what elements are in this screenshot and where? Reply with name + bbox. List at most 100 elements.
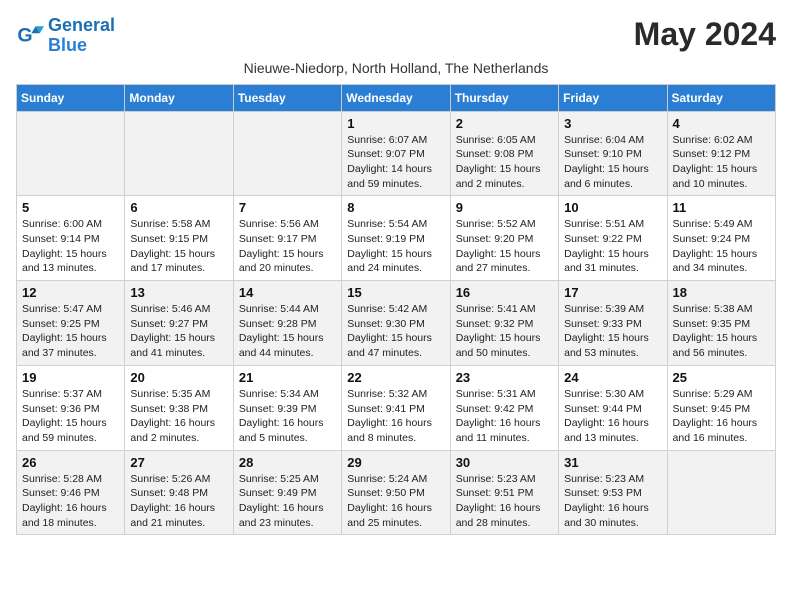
logo-icon: G (16, 22, 44, 50)
calendar-week-5: 26 Sunrise: 5:28 AM Sunset: 9:46 PM Dayli… (17, 450, 776, 535)
day-number: 16 (456, 285, 553, 300)
page-header: G General Blue May 2024 (16, 16, 776, 56)
day-number: 4 (673, 116, 770, 131)
day-info: Sunrise: 5:28 AM Sunset: 9:46 PM Dayligh… (22, 472, 119, 531)
day-number: 15 (347, 285, 444, 300)
day-number: 20 (130, 370, 227, 385)
day-info: Sunrise: 5:32 AM Sunset: 9:41 PM Dayligh… (347, 387, 444, 446)
day-info: Sunrise: 5:31 AM Sunset: 9:42 PM Dayligh… (456, 387, 553, 446)
weekday-header-saturday: Saturday (667, 84, 775, 111)
weekday-header-monday: Monday (125, 84, 233, 111)
day-info: Sunrise: 5:42 AM Sunset: 9:30 PM Dayligh… (347, 302, 444, 361)
calendar-cell: 16Sunrise: 5:41 AM Sunset: 9:32 PM Dayli… (450, 281, 558, 366)
calendar-cell: 28 Sunrise: 5:25 AM Sunset: 9:49 PM Dayli… (233, 450, 341, 535)
day-number: 24 (564, 370, 661, 385)
logo: G General Blue (16, 16, 115, 56)
calendar-cell: 3 Sunrise: 6:04 AM Sunset: 9:10 PM Daylig… (559, 111, 667, 196)
day-number: 3 (564, 116, 661, 131)
calendar-cell: 27Sunrise: 5:26 AM Sunset: 9:48 PM Dayli… (125, 450, 233, 535)
calendar-table: SundayMondayTuesdayWednesdayThursdayFrid… (16, 84, 776, 536)
weekday-header-tuesday: Tuesday (233, 84, 341, 111)
calendar-cell: 5Sunrise: 6:00 AM Sunset: 9:14 PM Daylig… (17, 196, 125, 281)
day-info: Sunrise: 5:29 AM Sunset: 9:45 PM Dayligh… (673, 387, 770, 446)
calendar-cell: 25 Sunrise: 5:29 AM Sunset: 9:45 PM Dayli… (667, 365, 775, 450)
day-number: 30 (456, 455, 553, 470)
day-number: 17 (564, 285, 661, 300)
day-number: 8 (347, 200, 444, 215)
day-info: Sunrise: 6:07 AM Sunset: 9:07 PM Dayligh… (347, 133, 444, 192)
day-number: 28 (239, 455, 336, 470)
calendar-cell: 21Sunrise: 5:34 AM Sunset: 9:39 PM Dayli… (233, 365, 341, 450)
day-number: 23 (456, 370, 553, 385)
day-number: 2 (456, 116, 553, 131)
calendar-cell: 1 Sunrise: 6:07 AM Sunset: 9:07 PM Daylig… (342, 111, 450, 196)
day-number: 27 (130, 455, 227, 470)
day-number: 12 (22, 285, 119, 300)
calendar-cell: 2 Sunrise: 6:05 AM Sunset: 9:08 PM Daylig… (450, 111, 558, 196)
svg-text:G: G (17, 24, 32, 46)
calendar-cell: 23 Sunrise: 5:31 AM Sunset: 9:42 PM Dayli… (450, 365, 558, 450)
day-info: Sunrise: 6:00 AM Sunset: 9:14 PM Dayligh… (22, 217, 119, 276)
calendar-cell: 7 Sunrise: 5:56 AM Sunset: 9:17 PM Daylig… (233, 196, 341, 281)
day-info: Sunrise: 5:58 AM Sunset: 9:15 PM Dayligh… (130, 217, 227, 276)
day-info: Sunrise: 5:30 AM Sunset: 9:44 PM Dayligh… (564, 387, 661, 446)
day-number: 10 (564, 200, 661, 215)
day-info: Sunrise: 6:04 AM Sunset: 9:10 PM Dayligh… (564, 133, 661, 192)
calendar-cell: 20 Sunrise: 5:35 AM Sunset: 9:38 PM Dayli… (125, 365, 233, 450)
day-number: 1 (347, 116, 444, 131)
calendar-cell: 30 Sunrise: 5:23 AM Sunset: 9:51 PM Dayli… (450, 450, 558, 535)
day-info: Sunrise: 5:37 AM Sunset: 9:36 PM Dayligh… (22, 387, 119, 446)
day-info: Sunrise: 5:38 AM Sunset: 9:35 PM Dayligh… (673, 302, 770, 361)
calendar-week-3: 12Sunrise: 5:47 AM Sunset: 9:25 PM Dayli… (17, 281, 776, 366)
weekday-header-friday: Friday (559, 84, 667, 111)
day-number: 14 (239, 285, 336, 300)
calendar-cell: 8 Sunrise: 5:54 AM Sunset: 9:19 PM Daylig… (342, 196, 450, 281)
weekday-header-sunday: Sunday (17, 84, 125, 111)
calendar-cell (667, 450, 775, 535)
day-number: 7 (239, 200, 336, 215)
day-info: Sunrise: 5:23 AM Sunset: 9:53 PM Dayligh… (564, 472, 661, 531)
day-number: 31 (564, 455, 661, 470)
day-info: Sunrise: 6:02 AM Sunset: 9:12 PM Dayligh… (673, 133, 770, 192)
day-info: Sunrise: 5:44 AM Sunset: 9:28 PM Dayligh… (239, 302, 336, 361)
calendar-cell: 19Sunrise: 5:37 AM Sunset: 9:36 PM Dayli… (17, 365, 125, 450)
day-number: 25 (673, 370, 770, 385)
day-number: 21 (239, 370, 336, 385)
calendar-cell: 26 Sunrise: 5:28 AM Sunset: 9:46 PM Dayli… (17, 450, 125, 535)
day-info: Sunrise: 5:35 AM Sunset: 9:38 PM Dayligh… (130, 387, 227, 446)
day-number: 6 (130, 200, 227, 215)
weekday-header-row: SundayMondayTuesdayWednesdayThursdayFrid… (17, 84, 776, 111)
calendar-cell: 9 Sunrise: 5:52 AM Sunset: 9:20 PM Daylig… (450, 196, 558, 281)
day-info: Sunrise: 5:52 AM Sunset: 9:20 PM Dayligh… (456, 217, 553, 276)
day-info: Sunrise: 5:39 AM Sunset: 9:33 PM Dayligh… (564, 302, 661, 361)
day-info: Sunrise: 5:49 AM Sunset: 9:24 PM Dayligh… (673, 217, 770, 276)
calendar-week-2: 5Sunrise: 6:00 AM Sunset: 9:14 PM Daylig… (17, 196, 776, 281)
calendar-cell: 13 Sunrise: 5:46 AM Sunset: 9:27 PM Dayli… (125, 281, 233, 366)
calendar-cell: 10 Sunrise: 5:51 AM Sunset: 9:22 PM Dayli… (559, 196, 667, 281)
weekday-header-thursday: Thursday (450, 84, 558, 111)
day-info: Sunrise: 5:54 AM Sunset: 9:19 PM Dayligh… (347, 217, 444, 276)
day-info: Sunrise: 5:56 AM Sunset: 9:17 PM Dayligh… (239, 217, 336, 276)
logo-line1: General (48, 15, 115, 35)
calendar-week-1: 1 Sunrise: 6:07 AM Sunset: 9:07 PM Daylig… (17, 111, 776, 196)
calendar-body: 1 Sunrise: 6:07 AM Sunset: 9:07 PM Daylig… (17, 111, 776, 535)
calendar-cell: 18Sunrise: 5:38 AM Sunset: 9:35 PM Dayli… (667, 281, 775, 366)
day-number: 29 (347, 455, 444, 470)
day-number: 22 (347, 370, 444, 385)
calendar-cell: 29 Sunrise: 5:24 AM Sunset: 9:50 PM Dayli… (342, 450, 450, 535)
day-info: Sunrise: 5:25 AM Sunset: 9:49 PM Dayligh… (239, 472, 336, 531)
day-number: 26 (22, 455, 119, 470)
day-info: Sunrise: 5:23 AM Sunset: 9:51 PM Dayligh… (456, 472, 553, 531)
calendar-cell: 31 Sunrise: 5:23 AM Sunset: 9:53 PM Dayli… (559, 450, 667, 535)
calendar-cell: 14 Sunrise: 5:44 AM Sunset: 9:28 PM Dayli… (233, 281, 341, 366)
day-number: 13 (130, 285, 227, 300)
day-info: Sunrise: 5:51 AM Sunset: 9:22 PM Dayligh… (564, 217, 661, 276)
calendar-cell: 17 Sunrise: 5:39 AM Sunset: 9:33 PM Dayli… (559, 281, 667, 366)
calendar-cell: 4 Sunrise: 6:02 AM Sunset: 9:12 PM Daylig… (667, 111, 775, 196)
weekday-header-wednesday: Wednesday (342, 84, 450, 111)
day-info: Sunrise: 5:24 AM Sunset: 9:50 PM Dayligh… (347, 472, 444, 531)
day-info: Sunrise: 6:05 AM Sunset: 9:08 PM Dayligh… (456, 133, 553, 192)
calendar-cell (233, 111, 341, 196)
day-info: Sunrise: 5:46 AM Sunset: 9:27 PM Dayligh… (130, 302, 227, 361)
day-number: 9 (456, 200, 553, 215)
